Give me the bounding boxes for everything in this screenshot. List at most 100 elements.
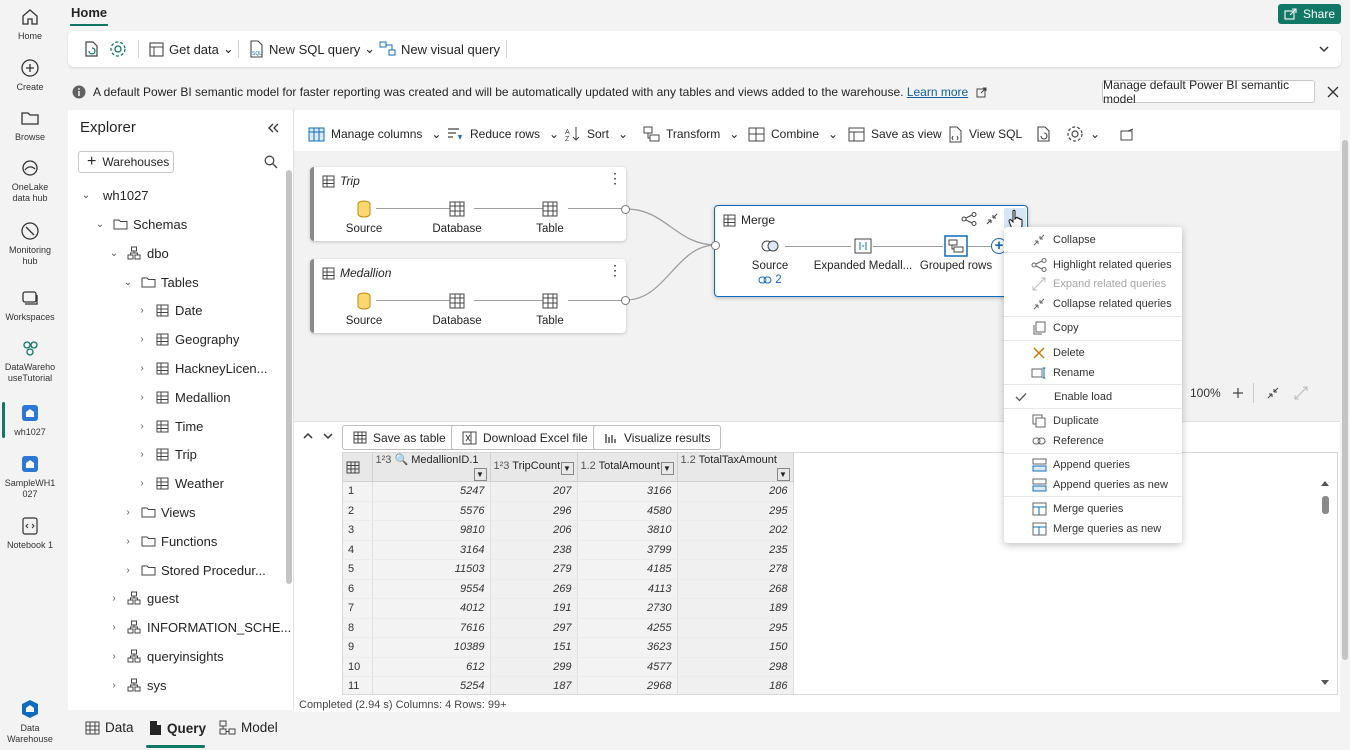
table-cell[interactable]: 238 bbox=[490, 540, 578, 560]
column-dropdown-icon[interactable]: ▼ bbox=[660, 461, 674, 475]
column-header[interactable]: 1.2 TotalTaxAmount ▼ bbox=[677, 453, 794, 482]
refresh-preview-button[interactable] bbox=[1034, 120, 1052, 148]
table-cell[interactable]: 189 bbox=[677, 598, 794, 619]
tree-dbo[interactable]: ⌄ dbo bbox=[107, 243, 169, 263]
tree-table-geography[interactable]: › Geography bbox=[135, 329, 239, 349]
tab-home[interactable]: Home bbox=[71, 5, 107, 20]
get-data-button[interactable]: Get data ⌄ bbox=[148, 31, 234, 67]
table-cell[interactable]: 235 bbox=[677, 540, 794, 560]
table-cell[interactable]: 206 bbox=[490, 520, 578, 541]
tree-queryinsights[interactable]: › queryinsights bbox=[107, 646, 223, 666]
table-cell[interactable]: 9810 bbox=[372, 520, 491, 541]
table-cell[interactable]: 9554 bbox=[372, 579, 491, 599]
save-as-table-button[interactable]: Save as table bbox=[342, 425, 457, 450]
table-cell[interactable]: 207 bbox=[490, 481, 578, 502]
results-grid[interactable]: 1²3 🔍 MedallionID.1 ▼ 1²3 TripCount ▼ 1.… bbox=[342, 452, 1338, 695]
download-excel-button[interactable]: Download Excel file bbox=[451, 425, 599, 450]
menu-collapse-related[interactable]: Collapse related queries bbox=[1004, 294, 1182, 313]
table-cell[interactable]: 151 bbox=[490, 637, 578, 658]
menu-merge-new[interactable]: Merge queries as new bbox=[1004, 519, 1182, 538]
tree-tables[interactable]: ⌄ Tables bbox=[121, 272, 199, 292]
table-cell[interactable]: 612 bbox=[372, 657, 491, 677]
collapse-arrows-icon[interactable] bbox=[985, 212, 999, 226]
more-options-icon[interactable]: ⋮ bbox=[608, 171, 622, 185]
share-nodes-icon[interactable] bbox=[961, 212, 977, 226]
table-row[interactable]: 10 612 299 4577 298 bbox=[343, 657, 794, 677]
expand-icon[interactable] bbox=[1294, 386, 1308, 400]
tree-wh1027[interactable]: ⌄ wh1027 bbox=[79, 185, 149, 205]
share-button[interactable]: Share bbox=[1278, 4, 1341, 24]
table-cell[interactable]: 7616 bbox=[372, 618, 491, 638]
rail-wh1027[interactable]: wh1027 bbox=[0, 402, 60, 438]
menu-duplicate[interactable]: Duplicate bbox=[1004, 411, 1182, 430]
table-cell[interactable]: 279 bbox=[490, 559, 578, 580]
popout-button[interactable] bbox=[1120, 120, 1135, 148]
row-number[interactable]: 8 bbox=[343, 618, 373, 638]
collapse-pane-icon[interactable] bbox=[267, 123, 279, 133]
table-row[interactable]: 8 7616 297 4255 295 bbox=[343, 618, 794, 638]
row-number[interactable]: 10 bbox=[343, 657, 373, 677]
table-row[interactable]: 5 11503 279 4185 278 bbox=[343, 559, 794, 580]
row-number[interactable]: 9 bbox=[343, 637, 373, 658]
tree-sys[interactable]: › sys bbox=[107, 675, 166, 695]
menu-copy[interactable]: Copy bbox=[1004, 318, 1182, 337]
table-cell[interactable]: 2968 bbox=[577, 676, 678, 694]
tree-table-date[interactable]: › Date bbox=[135, 300, 202, 320]
tab-data[interactable]: Data bbox=[85, 720, 134, 735]
learn-more-link[interactable]: Learn more bbox=[907, 85, 968, 99]
row-number[interactable]: 7 bbox=[343, 598, 373, 619]
step-source[interactable]: Source bbox=[319, 198, 409, 235]
table-cell[interactable]: 296 bbox=[490, 501, 578, 521]
visualize-results-button[interactable]: Visualize results bbox=[593, 425, 722, 450]
chevron-up-icon[interactable] bbox=[302, 431, 314, 441]
tree-information-schema[interactable]: › INFORMATION_SCHE... bbox=[107, 617, 291, 637]
rail-create[interactable]: Create bbox=[0, 57, 60, 93]
grid-scrollbar[interactable] bbox=[1315, 473, 1337, 694]
table-cell[interactable]: 299 bbox=[490, 657, 578, 677]
linked-queries-count[interactable]: 2 bbox=[725, 274, 815, 286]
table-cell[interactable]: 4185 bbox=[577, 559, 678, 580]
step-table[interactable]: Table bbox=[505, 198, 595, 235]
tree-stored-procedures[interactable]: › Stored Procedur... bbox=[121, 560, 265, 580]
step-table[interactable]: Table bbox=[505, 290, 595, 327]
view-sql-button[interactable]: View SQL bbox=[947, 120, 1022, 148]
table-cell[interactable]: 5576 bbox=[372, 501, 491, 521]
column-dropdown-icon[interactable]: ▼ bbox=[560, 461, 574, 475]
table-row[interactable]: 2 5576 296 4580 295 bbox=[343, 501, 794, 521]
column-header[interactable]: 1.2 TotalAmount ▼ bbox=[577, 453, 678, 482]
table-cell[interactable]: 298 bbox=[677, 657, 794, 677]
table-cell[interactable]: 4012 bbox=[372, 598, 491, 619]
menu-enable-load[interactable]: Enable load bbox=[1004, 387, 1182, 406]
table-cell[interactable]: 3623 bbox=[577, 637, 678, 658]
column-dropdown-icon[interactable]: ▼ bbox=[473, 468, 487, 481]
tree-table-medallion[interactable]: › Medallion bbox=[135, 387, 230, 407]
search-icon[interactable] bbox=[264, 155, 278, 169]
table-cell[interactable]: 4113 bbox=[577, 579, 678, 599]
table-cell[interactable]: 3799 bbox=[577, 540, 678, 560]
transform-button[interactable]: Transform ⌄ bbox=[643, 120, 739, 148]
tree-views[interactable]: › Views bbox=[121, 502, 195, 522]
table-cell[interactable]: 297 bbox=[490, 618, 578, 638]
rail-browse[interactable]: Browse bbox=[0, 107, 60, 143]
table-cell[interactable]: 2730 bbox=[577, 598, 678, 619]
new-visual-query-button[interactable]: New visual query bbox=[379, 31, 500, 67]
tree-table-hackney[interactable]: › HackneyLicen... bbox=[135, 358, 267, 378]
menu-merge[interactable]: Merge queries bbox=[1004, 499, 1182, 518]
step-database[interactable]: Database bbox=[412, 198, 502, 235]
table-cell[interactable]: 191 bbox=[490, 598, 578, 619]
step-expanded-medallion[interactable]: Expanded Medall... bbox=[813, 235, 913, 272]
combine-button[interactable]: Combine ⌄ bbox=[748, 120, 838, 148]
step-database[interactable]: Database bbox=[412, 290, 502, 327]
column-dropdown-icon[interactable]: ▼ bbox=[776, 467, 790, 481]
step-grouped-rows[interactable]: Grouped rows bbox=[911, 235, 1001, 272]
table-cell[interactable]: 3166 bbox=[577, 481, 678, 502]
options-button[interactable]: ⌄ bbox=[1066, 120, 1100, 148]
step-source[interactable]: Source 2 bbox=[725, 235, 815, 286]
table-cell[interactable]: 278 bbox=[677, 559, 794, 580]
table-cell[interactable]: 4255 bbox=[577, 618, 678, 638]
table-cell[interactable]: 187 bbox=[490, 676, 578, 694]
table-cell[interactable]: 4577 bbox=[577, 657, 678, 677]
table-cell[interactable]: 10389 bbox=[372, 637, 491, 658]
rail-samplewh[interactable]: SampleWH1027 bbox=[0, 453, 60, 500]
ribbon-expand-button[interactable] bbox=[1318, 31, 1330, 67]
